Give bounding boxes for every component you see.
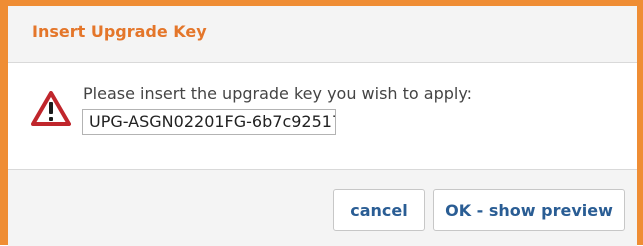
upgrade-key-value: UPG-ASGN02201FG-6b7c92517 <box>89 112 336 131</box>
cancel-button[interactable]: cancel <box>333 189 425 231</box>
ok-show-preview-button[interactable]: OK - show preview <box>433 189 625 231</box>
upgrade-key-input[interactable]: UPG-ASGN02201FG-6b7c92517 <box>82 109 336 135</box>
dialog-footer: cancel OK - show preview <box>8 169 637 246</box>
insert-upgrade-key-dialog: Insert Upgrade Key Please insert the upg… <box>0 0 643 246</box>
warning-icon <box>31 91 71 127</box>
prompt-text: Please insert the upgrade key you wish t… <box>83 84 473 103</box>
dialog-title: Insert Upgrade Key <box>32 22 207 41</box>
dialog-border-left <box>0 0 8 245</box>
dialog-title-bar[interactable]: Insert Upgrade Key <box>8 6 637 63</box>
dialog-body: Please insert the upgrade key you wish t… <box>8 63 637 169</box>
dialog-border-right <box>637 0 643 245</box>
